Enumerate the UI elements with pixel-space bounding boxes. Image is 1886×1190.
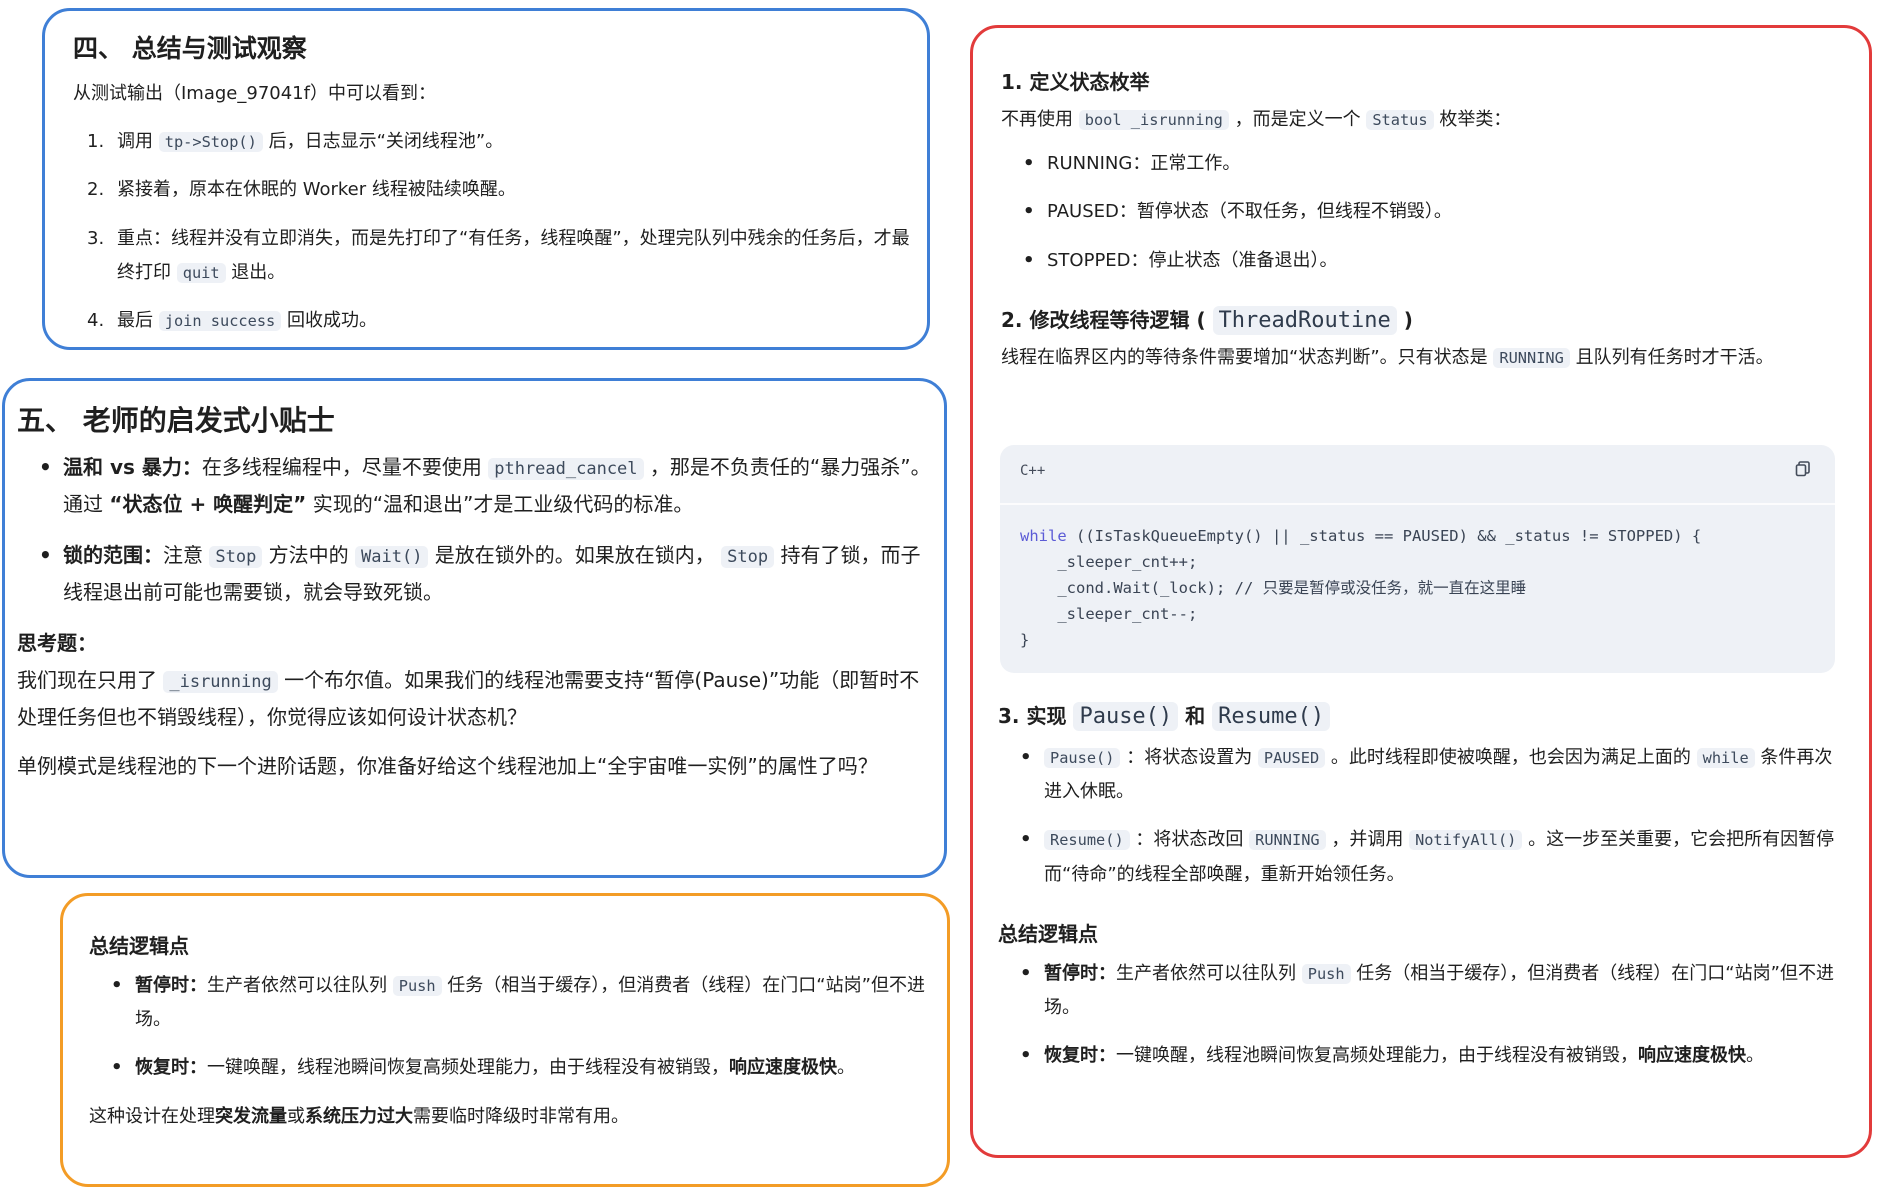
list-item: • 暂停时：生产者依然可以往队列 Push 任务（相当于缓存），但消费者（线程）在… bbox=[111, 975, 925, 1031]
copy-icon[interactable] bbox=[1795, 461, 1811, 477]
list-item: • Resume() ：将状态改回 RUNNING ，并调用 NotifyAll(… bbox=[1020, 829, 1835, 885]
right-summary-title: 总结逻辑点 bbox=[998, 921, 1098, 946]
list-item: • 暂停时：生产者依然可以往队列 Push 任务（相当于缓存），但消费者（线程）在… bbox=[1020, 962, 1834, 1018]
list-item: • 锁的范围：注意 Stop 方法中的 Wait() 是放在锁外的。如果放在锁内，… bbox=[39, 543, 921, 604]
section-4-box: 四、 总结与测试观察 从测试输出（Image_97041f）中可以看到： 1. 调… bbox=[42, 8, 930, 350]
list-item: 4. 最后 join success 回收成功。 bbox=[87, 309, 377, 331]
heading-enum: 1. 定义状态枚举 bbox=[1001, 70, 1150, 94]
list-item: • 恢复时：一键唤醒，线程池瞬间恢复高频处理能力，由于线程没有被销毁，响应速度极快… bbox=[111, 1057, 855, 1079]
think-title: 思考题： bbox=[17, 631, 97, 655]
pause-resume-list: • Pause() ：将状态设置为 PAUSED 。此时线程即使被唤醒，也会因为满… bbox=[998, 741, 1848, 892]
list-item: • 恢复时：一键唤醒，线程池瞬间恢复高频处理能力，由于线程没有被销毁，响应速度极快… bbox=[1020, 1045, 1764, 1067]
section-5-title: 五、 老师的启发式小贴士 bbox=[17, 404, 335, 437]
section-5-box: 五、 老师的启发式小贴士 • 温和 vs 暴力：在多线程编程中，尽量不要使用 pt… bbox=[2, 378, 947, 878]
section-4-intro: 从测试输出（Image_97041f）中可以看到： bbox=[73, 83, 436, 104]
list-item: 3. 重点：线程并没有立即消失，而是先打印了“有任务，线程唤醒”，处理完队列中残余… bbox=[87, 227, 910, 283]
final-note: 单例模式是线程池的下一个进阶话题，你准备好给这个线程池加上“全宇宙唯一实例”的属… bbox=[17, 754, 878, 778]
enum-list: • RUNNING：正常工作。 • PAUSED：暂停状态（不取任务，但线程不销毁）… bbox=[1001, 147, 1851, 278]
list-item: • STOPPED：停止状态（准备退出）。 bbox=[1023, 249, 1338, 271]
right-summary-list: • 暂停时：生产者依然可以往队列 Push 任务（相当于缓存），但消费者（线程）在… bbox=[998, 957, 1848, 1074]
section-4-list: 1. 调用 tp->Stop() 后，日志显示“关闭线程池”。 2. 紧接着，原本在… bbox=[73, 125, 913, 338]
list-item: 1. 调用 tp->Stop() 后，日志显示“关闭线程池”。 bbox=[87, 131, 504, 153]
code-line: while ((IsTaskQueueEmpty() || _status ==… bbox=[1020, 527, 1702, 545]
think-question: 我们现在只用了 _isrunning 一个布尔值。如果我们的线程池需要支持“暂停… bbox=[17, 668, 920, 729]
code-line: _sleeper_cnt--; bbox=[1020, 605, 1198, 623]
code-block: C++ while ((IsTaskQueueEmpty() || _statu… bbox=[1000, 445, 1835, 673]
heading-pause-resume: 3. 实现 Pause() 和 Resume() bbox=[998, 700, 1848, 731]
code-language: C++ bbox=[1020, 463, 1046, 479]
summary-footer: 这种设计在处理突发流量或系统压力过大需要临时降级时非常有用。 bbox=[89, 1105, 629, 1127]
summary-orange-box: 总结逻辑点 • 暂停时：生产者依然可以往队列 Push 任务（相当于缓存），但消费… bbox=[60, 893, 950, 1187]
code-line: _sleeper_cnt++; bbox=[1020, 553, 1198, 571]
code-line: } bbox=[1020, 631, 1030, 649]
list-item: • PAUSED：暂停状态（不取任务，但线程不销毁）。 bbox=[1023, 201, 1452, 223]
heading-wait-logic: 2. 修改线程等待逻辑 ( ThreadRoutine ) bbox=[1001, 305, 1413, 335]
list-item: 2. 紧接着，原本在休眠的 Worker 线程被陆续唤醒。 bbox=[87, 179, 516, 201]
code-content: while ((IsTaskQueueEmpty() || _status ==… bbox=[1020, 523, 1701, 653]
right-lower-content: 3. 实现 Pause() 和 Resume() • Pause() ：将状态设置… bbox=[998, 700, 1848, 1073]
list-item: • Pause() ：将状态设置为 PAUSED 。此时线程即使被唤醒，也会因为满… bbox=[1020, 747, 1833, 803]
list-item: • 温和 vs 暴力：在多线程编程中，尽量不要使用 pthread_cancel … bbox=[39, 455, 931, 516]
enum-intro: 不再使用 bool _isrunning ，而是定义一个 Status 枚举类： bbox=[1001, 109, 1512, 130]
code-line: _cond.Wait(_lock); // 只要是暂停或没任务，就一直在这里睡 bbox=[1020, 579, 1527, 597]
section-5-bullets: • 温和 vs 暴力：在多线程编程中，尽量不要使用 pthread_cancel … bbox=[17, 449, 932, 611]
section-4-title: 四、 总结与测试观察 bbox=[73, 34, 307, 63]
wait-logic-desc: 线程在临界区内的等待条件需要增加“状态判断”。只有状态是 RUNNING 且队列… bbox=[1001, 346, 1774, 368]
summary-bullets: • 暂停时：生产者依然可以往队列 Push 任务（相当于缓存），但消费者（线程）在… bbox=[89, 969, 929, 1086]
list-item: • RUNNING：正常工作。 bbox=[1023, 153, 1241, 175]
summary-title: 总结逻辑点 bbox=[89, 934, 189, 958]
